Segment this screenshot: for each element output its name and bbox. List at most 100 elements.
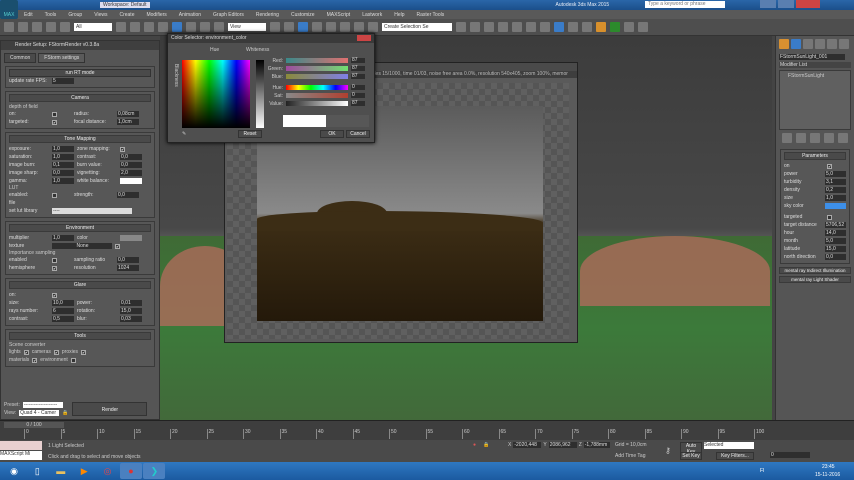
key-filters-button[interactable]: Key Filters... (716, 452, 754, 460)
power-field[interactable]: 5,0 (825, 171, 846, 177)
schematic-icon[interactable] (526, 22, 536, 32)
percent-snap-icon[interactable] (340, 22, 350, 32)
sat-slider[interactable] (286, 93, 348, 98)
plugin-icon[interactable] (610, 22, 620, 32)
scale-icon[interactable] (200, 22, 210, 32)
menu-lastwork[interactable]: Lastwork (362, 12, 382, 18)
cancel-button[interactable]: Cancel (346, 130, 370, 138)
hue-field[interactable]: 0 (351, 85, 365, 90)
spinner-snap-icon[interactable] (354, 22, 364, 32)
run-rt-mode-button[interactable]: run RT mode (9, 69, 151, 77)
targeted-checkbox[interactable]: ✔ (52, 119, 57, 125)
white-balance-swatch[interactable] (120, 178, 142, 184)
render-setup-icon[interactable] (554, 22, 564, 32)
maxscript-listener-top[interactable] (0, 441, 42, 450)
rays-field[interactable]: 6 (52, 308, 74, 314)
value-slider[interactable] (286, 101, 348, 106)
camera-header[interactable]: Camera (9, 94, 151, 102)
texture-checkbox[interactable]: ✔ (115, 243, 120, 249)
is-enabled-checkbox[interactable] (52, 257, 57, 263)
select-by-name-icon[interactable] (130, 22, 140, 32)
mr-light-shader-rollout[interactable]: mental ray Light Shader (779, 276, 851, 283)
burn-value-field[interactable]: 0,0 (120, 162, 142, 168)
rotate-icon[interactable] (186, 22, 196, 32)
convert-cameras-checkbox[interactable]: ✔ (53, 349, 59, 355)
sat-field[interactable]: 0 (351, 93, 365, 98)
undo-icon[interactable] (4, 22, 14, 32)
glare-header[interactable]: Glare (9, 281, 151, 289)
minimize-button[interactable] (760, 0, 776, 8)
clock-date[interactable]: 15-11-2016 (815, 472, 840, 478)
lut-library-dropdown[interactable]: ---- (52, 208, 132, 214)
ok-button[interactable]: OK (320, 130, 344, 138)
scene-explorer-icon[interactable] (498, 22, 508, 32)
x-coord-field[interactable]: -2020,448 (513, 442, 542, 448)
select-object-icon[interactable] (116, 22, 126, 32)
environment-header[interactable]: Environment (9, 224, 151, 232)
target-distance-field[interactable]: 5706,52 (825, 222, 846, 228)
timeline[interactable]: 0 / 100 0 5 10 15 20 25 30 35 40 45 50 55 60 65 70 75 80… (0, 420, 854, 440)
menu-create[interactable]: Create (119, 12, 134, 18)
menu-customize[interactable]: Customize (291, 12, 315, 18)
3dsmax-icon[interactable]: ❯ (143, 463, 166, 479)
current-frame-field[interactable]: 0 (770, 452, 810, 458)
selection-filter-dropdown[interactable]: All (74, 23, 112, 31)
search-input[interactable]: Type a keyword or phrase (645, 1, 725, 8)
color-dialog-close-button[interactable] (357, 35, 371, 41)
mirror-icon[interactable] (456, 22, 466, 32)
gamma-field[interactable]: 1,0 (52, 178, 74, 184)
menu-rendering[interactable]: Rendering (256, 12, 279, 18)
red-slider[interactable] (286, 58, 348, 63)
convert-materials-checkbox[interactable]: ✔ (32, 357, 38, 363)
saturation-field[interactable]: 1,0 (52, 154, 74, 160)
bind-space-warp-icon[interactable] (60, 22, 70, 32)
isolate-icon[interactable]: ● (473, 442, 476, 448)
tone-mapping-header[interactable]: Tone Mapping (9, 135, 151, 143)
keyboard-shortcut-icon[interactable] (298, 22, 308, 32)
timeline-ruler[interactable]: 0 5 10 15 20 25 30 35 40 45 50 55 60 65 70 75 80 85 90 95 10… (24, 429, 764, 440)
multiplier-field[interactable]: 1,0 (52, 235, 74, 241)
clock-time[interactable]: 23:45 (822, 464, 835, 470)
media-player-icon[interactable]: ▶ (73, 463, 95, 479)
resolution-field[interactable]: 1024 (117, 265, 139, 271)
utilities-tab-icon[interactable] (839, 39, 849, 49)
hue-slider[interactable] (286, 85, 348, 90)
edit-named-sel-icon[interactable] (368, 22, 378, 32)
glare-power-field[interactable]: 0,01 (120, 300, 142, 306)
time-slider[interactable]: 0 / 100 (4, 422, 64, 428)
eyedropper-icon[interactable]: ✎ (182, 131, 186, 137)
latitude-field[interactable]: 15,0 (825, 246, 846, 252)
show-end-result-icon[interactable] (796, 133, 806, 143)
ref-coord-dropdown[interactable]: View (228, 23, 266, 31)
selection-lock-icon[interactable]: 🔒 (483, 442, 489, 448)
rendered-frame-icon[interactable] (568, 22, 578, 32)
render-icon[interactable] (582, 22, 592, 32)
lock-icon[interactable]: 🔒 (62, 410, 68, 416)
glare-size-field[interactable]: 10,0 (52, 300, 74, 306)
image-burn-field[interactable]: 0,1 (52, 162, 74, 168)
remove-modifier-icon[interactable] (824, 133, 834, 143)
menu-raster-tools[interactable]: Raster Tools (417, 12, 445, 18)
z-coord-field[interactable]: -1,788mm (583, 442, 610, 448)
convert-lights-checkbox[interactable]: ✔ (23, 349, 29, 355)
modifier-list-dropdown[interactable]: Modifier List (779, 62, 851, 68)
motion-tab-icon[interactable] (815, 39, 825, 49)
layer-icon[interactable] (484, 22, 494, 32)
window-crossing-icon[interactable] (158, 22, 168, 32)
menu-graph-editors[interactable]: Graph Editors (213, 12, 244, 18)
tab-fstorm-settings[interactable]: FStorm settings (38, 53, 86, 63)
pivot-icon[interactable] (270, 22, 280, 32)
pin-stack-icon[interactable] (782, 133, 792, 143)
contrast-field[interactable]: 0,0 (120, 154, 142, 160)
menu-help[interactable]: Help (394, 12, 404, 18)
add-time-tag[interactable]: Add Time Tag (615, 453, 645, 459)
radius-field[interactable]: 0,08cm (117, 111, 139, 117)
menu-animation[interactable]: Animation (179, 12, 201, 18)
sky-color-swatch[interactable] (825, 203, 846, 209)
set-key-button[interactable]: Set Key (680, 452, 702, 460)
tab-common[interactable]: Common (4, 53, 37, 63)
hemisphere-checkbox[interactable]: ✔ (52, 265, 57, 271)
close-button[interactable] (796, 0, 820, 8)
language-indicator[interactable]: FI (760, 468, 764, 474)
green-field[interactable]: 87 (351, 66, 365, 71)
